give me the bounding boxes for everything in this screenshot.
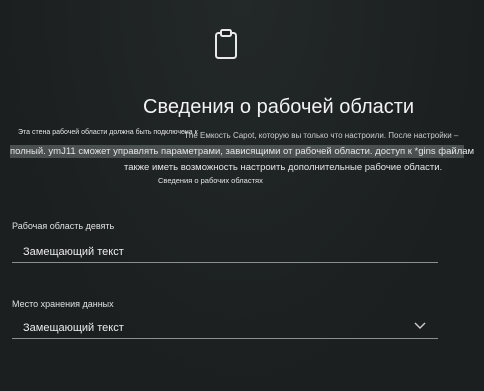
storage-location-select[interactable]: Замещающий текст [12, 316, 438, 339]
workspace-name-value: Замещающий текст [23, 246, 124, 258]
storage-location-value: Замещающий текст [23, 322, 124, 334]
dialog-title: Сведения о рабочей области [143, 96, 415, 118]
workspace-name-input[interactable]: Замещающий текст [12, 240, 438, 263]
description-small: Эта стена рабочей области должна быть по… [18, 129, 198, 136]
description-line-1: The Емкость Capot, которую вы только что… [184, 131, 459, 140]
storage-location-label: Место хранения данных [12, 299, 114, 309]
description-line-2: полный. ymJ11 сможет управлять параметра… [10, 145, 475, 158]
description-line-3: также иметь возможность настроить дополн… [124, 162, 443, 173]
clipboard-icon [215, 29, 237, 59]
workspace-name-label: Рабочая область девять [12, 221, 115, 231]
workspace-info-link[interactable]: Сведения о рабочих областях [158, 176, 263, 185]
chevron-down-icon[interactable] [414, 322, 426, 330]
workspace-details-panel: Сведения о рабочей области Эта стена раб… [0, 0, 484, 391]
